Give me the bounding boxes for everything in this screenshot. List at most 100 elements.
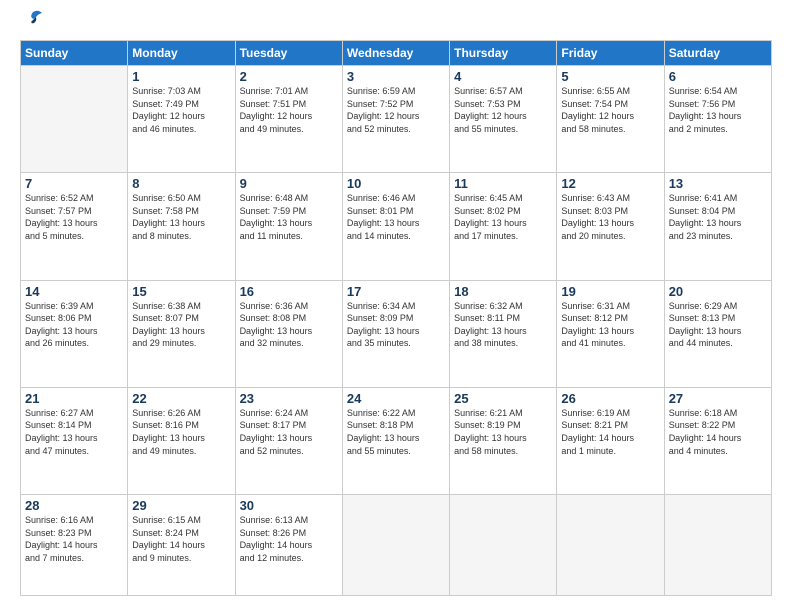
day-info: Sunrise: 6:43 AMSunset: 8:03 PMDaylight:… xyxy=(561,192,659,242)
calendar-cell: 17Sunrise: 6:34 AMSunset: 8:09 PMDayligh… xyxy=(342,280,449,387)
calendar-cell: 29Sunrise: 6:15 AMSunset: 8:24 PMDayligh… xyxy=(128,495,235,596)
day-info: Sunrise: 6:46 AMSunset: 8:01 PMDaylight:… xyxy=(347,192,445,242)
day-info: Sunrise: 6:13 AMSunset: 8:26 PMDaylight:… xyxy=(240,514,338,564)
calendar-cell xyxy=(557,495,664,596)
calendar-cell: 5Sunrise: 6:55 AMSunset: 7:54 PMDaylight… xyxy=(557,66,664,173)
weekday-header-monday: Monday xyxy=(128,41,235,66)
logo xyxy=(20,16,44,30)
calendar-cell: 8Sunrise: 6:50 AMSunset: 7:58 PMDaylight… xyxy=(128,173,235,280)
day-info: Sunrise: 6:39 AMSunset: 8:06 PMDaylight:… xyxy=(25,300,123,350)
calendar-cell xyxy=(664,495,771,596)
day-number: 21 xyxy=(25,391,123,406)
calendar-cell xyxy=(342,495,449,596)
day-number: 16 xyxy=(240,284,338,299)
day-number: 15 xyxy=(132,284,230,299)
day-number: 27 xyxy=(669,391,767,406)
day-number: 4 xyxy=(454,69,552,84)
day-number: 23 xyxy=(240,391,338,406)
day-info: Sunrise: 6:31 AMSunset: 8:12 PMDaylight:… xyxy=(561,300,659,350)
header xyxy=(20,16,772,30)
calendar-cell: 9Sunrise: 6:48 AMSunset: 7:59 PMDaylight… xyxy=(235,173,342,280)
day-info: Sunrise: 6:45 AMSunset: 8:02 PMDaylight:… xyxy=(454,192,552,242)
page: SundayMondayTuesdayWednesdayThursdayFrid… xyxy=(0,0,792,612)
calendar-cell: 3Sunrise: 6:59 AMSunset: 7:52 PMDaylight… xyxy=(342,66,449,173)
calendar-table: SundayMondayTuesdayWednesdayThursdayFrid… xyxy=(20,40,772,596)
calendar-cell: 21Sunrise: 6:27 AMSunset: 8:14 PMDayligh… xyxy=(21,387,128,494)
calendar-cell xyxy=(450,495,557,596)
day-number: 12 xyxy=(561,176,659,191)
logo-bird-icon xyxy=(22,8,44,30)
day-info: Sunrise: 6:32 AMSunset: 8:11 PMDaylight:… xyxy=(454,300,552,350)
day-info: Sunrise: 6:54 AMSunset: 7:56 PMDaylight:… xyxy=(669,85,767,135)
weekday-header-friday: Friday xyxy=(557,41,664,66)
day-number: 18 xyxy=(454,284,552,299)
day-info: Sunrise: 6:48 AMSunset: 7:59 PMDaylight:… xyxy=(240,192,338,242)
day-number: 28 xyxy=(25,498,123,513)
day-info: Sunrise: 6:36 AMSunset: 8:08 PMDaylight:… xyxy=(240,300,338,350)
day-info: Sunrise: 6:38 AMSunset: 8:07 PMDaylight:… xyxy=(132,300,230,350)
day-info: Sunrise: 6:16 AMSunset: 8:23 PMDaylight:… xyxy=(25,514,123,564)
day-info: Sunrise: 6:52 AMSunset: 7:57 PMDaylight:… xyxy=(25,192,123,242)
day-number: 14 xyxy=(25,284,123,299)
day-number: 25 xyxy=(454,391,552,406)
day-info: Sunrise: 6:27 AMSunset: 8:14 PMDaylight:… xyxy=(25,407,123,457)
day-number: 24 xyxy=(347,391,445,406)
day-number: 26 xyxy=(561,391,659,406)
day-info: Sunrise: 6:50 AMSunset: 7:58 PMDaylight:… xyxy=(132,192,230,242)
calendar-cell: 24Sunrise: 6:22 AMSunset: 8:18 PMDayligh… xyxy=(342,387,449,494)
day-number: 13 xyxy=(669,176,767,191)
calendar-cell: 20Sunrise: 6:29 AMSunset: 8:13 PMDayligh… xyxy=(664,280,771,387)
calendar-cell: 22Sunrise: 6:26 AMSunset: 8:16 PMDayligh… xyxy=(128,387,235,494)
day-info: Sunrise: 6:26 AMSunset: 8:16 PMDaylight:… xyxy=(132,407,230,457)
day-number: 10 xyxy=(347,176,445,191)
day-info: Sunrise: 6:18 AMSunset: 8:22 PMDaylight:… xyxy=(669,407,767,457)
day-number: 20 xyxy=(669,284,767,299)
day-number: 2 xyxy=(240,69,338,84)
calendar-cell: 25Sunrise: 6:21 AMSunset: 8:19 PMDayligh… xyxy=(450,387,557,494)
weekday-header-saturday: Saturday xyxy=(664,41,771,66)
day-info: Sunrise: 6:29 AMSunset: 8:13 PMDaylight:… xyxy=(669,300,767,350)
calendar-cell: 7Sunrise: 6:52 AMSunset: 7:57 PMDaylight… xyxy=(21,173,128,280)
day-info: Sunrise: 6:57 AMSunset: 7:53 PMDaylight:… xyxy=(454,85,552,135)
day-number: 6 xyxy=(669,69,767,84)
day-info: Sunrise: 6:21 AMSunset: 8:19 PMDaylight:… xyxy=(454,407,552,457)
day-number: 3 xyxy=(347,69,445,84)
day-info: Sunrise: 6:22 AMSunset: 8:18 PMDaylight:… xyxy=(347,407,445,457)
day-number: 11 xyxy=(454,176,552,191)
day-number: 8 xyxy=(132,176,230,191)
day-number: 9 xyxy=(240,176,338,191)
calendar-cell: 18Sunrise: 6:32 AMSunset: 8:11 PMDayligh… xyxy=(450,280,557,387)
day-number: 1 xyxy=(132,69,230,84)
calendar-cell: 15Sunrise: 6:38 AMSunset: 8:07 PMDayligh… xyxy=(128,280,235,387)
calendar-cell: 6Sunrise: 6:54 AMSunset: 7:56 PMDaylight… xyxy=(664,66,771,173)
day-info: Sunrise: 6:34 AMSunset: 8:09 PMDaylight:… xyxy=(347,300,445,350)
calendar-cell: 4Sunrise: 6:57 AMSunset: 7:53 PMDaylight… xyxy=(450,66,557,173)
day-number: 5 xyxy=(561,69,659,84)
day-number: 7 xyxy=(25,176,123,191)
calendar-cell: 23Sunrise: 6:24 AMSunset: 8:17 PMDayligh… xyxy=(235,387,342,494)
calendar-cell: 16Sunrise: 6:36 AMSunset: 8:08 PMDayligh… xyxy=(235,280,342,387)
calendar-cell: 30Sunrise: 6:13 AMSunset: 8:26 PMDayligh… xyxy=(235,495,342,596)
weekday-header-tuesday: Tuesday xyxy=(235,41,342,66)
day-number: 22 xyxy=(132,391,230,406)
weekday-header-wednesday: Wednesday xyxy=(342,41,449,66)
calendar-cell: 2Sunrise: 7:01 AMSunset: 7:51 PMDaylight… xyxy=(235,66,342,173)
calendar-cell: 14Sunrise: 6:39 AMSunset: 8:06 PMDayligh… xyxy=(21,280,128,387)
calendar-cell: 19Sunrise: 6:31 AMSunset: 8:12 PMDayligh… xyxy=(557,280,664,387)
calendar-cell xyxy=(21,66,128,173)
day-number: 17 xyxy=(347,284,445,299)
day-info: Sunrise: 6:59 AMSunset: 7:52 PMDaylight:… xyxy=(347,85,445,135)
day-info: Sunrise: 6:55 AMSunset: 7:54 PMDaylight:… xyxy=(561,85,659,135)
calendar-cell: 10Sunrise: 6:46 AMSunset: 8:01 PMDayligh… xyxy=(342,173,449,280)
weekday-header-thursday: Thursday xyxy=(450,41,557,66)
calendar-cell: 28Sunrise: 6:16 AMSunset: 8:23 PMDayligh… xyxy=(21,495,128,596)
calendar-cell: 26Sunrise: 6:19 AMSunset: 8:21 PMDayligh… xyxy=(557,387,664,494)
calendar-cell: 1Sunrise: 7:03 AMSunset: 7:49 PMDaylight… xyxy=(128,66,235,173)
day-info: Sunrise: 7:01 AMSunset: 7:51 PMDaylight:… xyxy=(240,85,338,135)
day-info: Sunrise: 6:15 AMSunset: 8:24 PMDaylight:… xyxy=(132,514,230,564)
day-info: Sunrise: 6:24 AMSunset: 8:17 PMDaylight:… xyxy=(240,407,338,457)
calendar-cell: 13Sunrise: 6:41 AMSunset: 8:04 PMDayligh… xyxy=(664,173,771,280)
day-info: Sunrise: 7:03 AMSunset: 7:49 PMDaylight:… xyxy=(132,85,230,135)
day-number: 19 xyxy=(561,284,659,299)
calendar-cell: 12Sunrise: 6:43 AMSunset: 8:03 PMDayligh… xyxy=(557,173,664,280)
